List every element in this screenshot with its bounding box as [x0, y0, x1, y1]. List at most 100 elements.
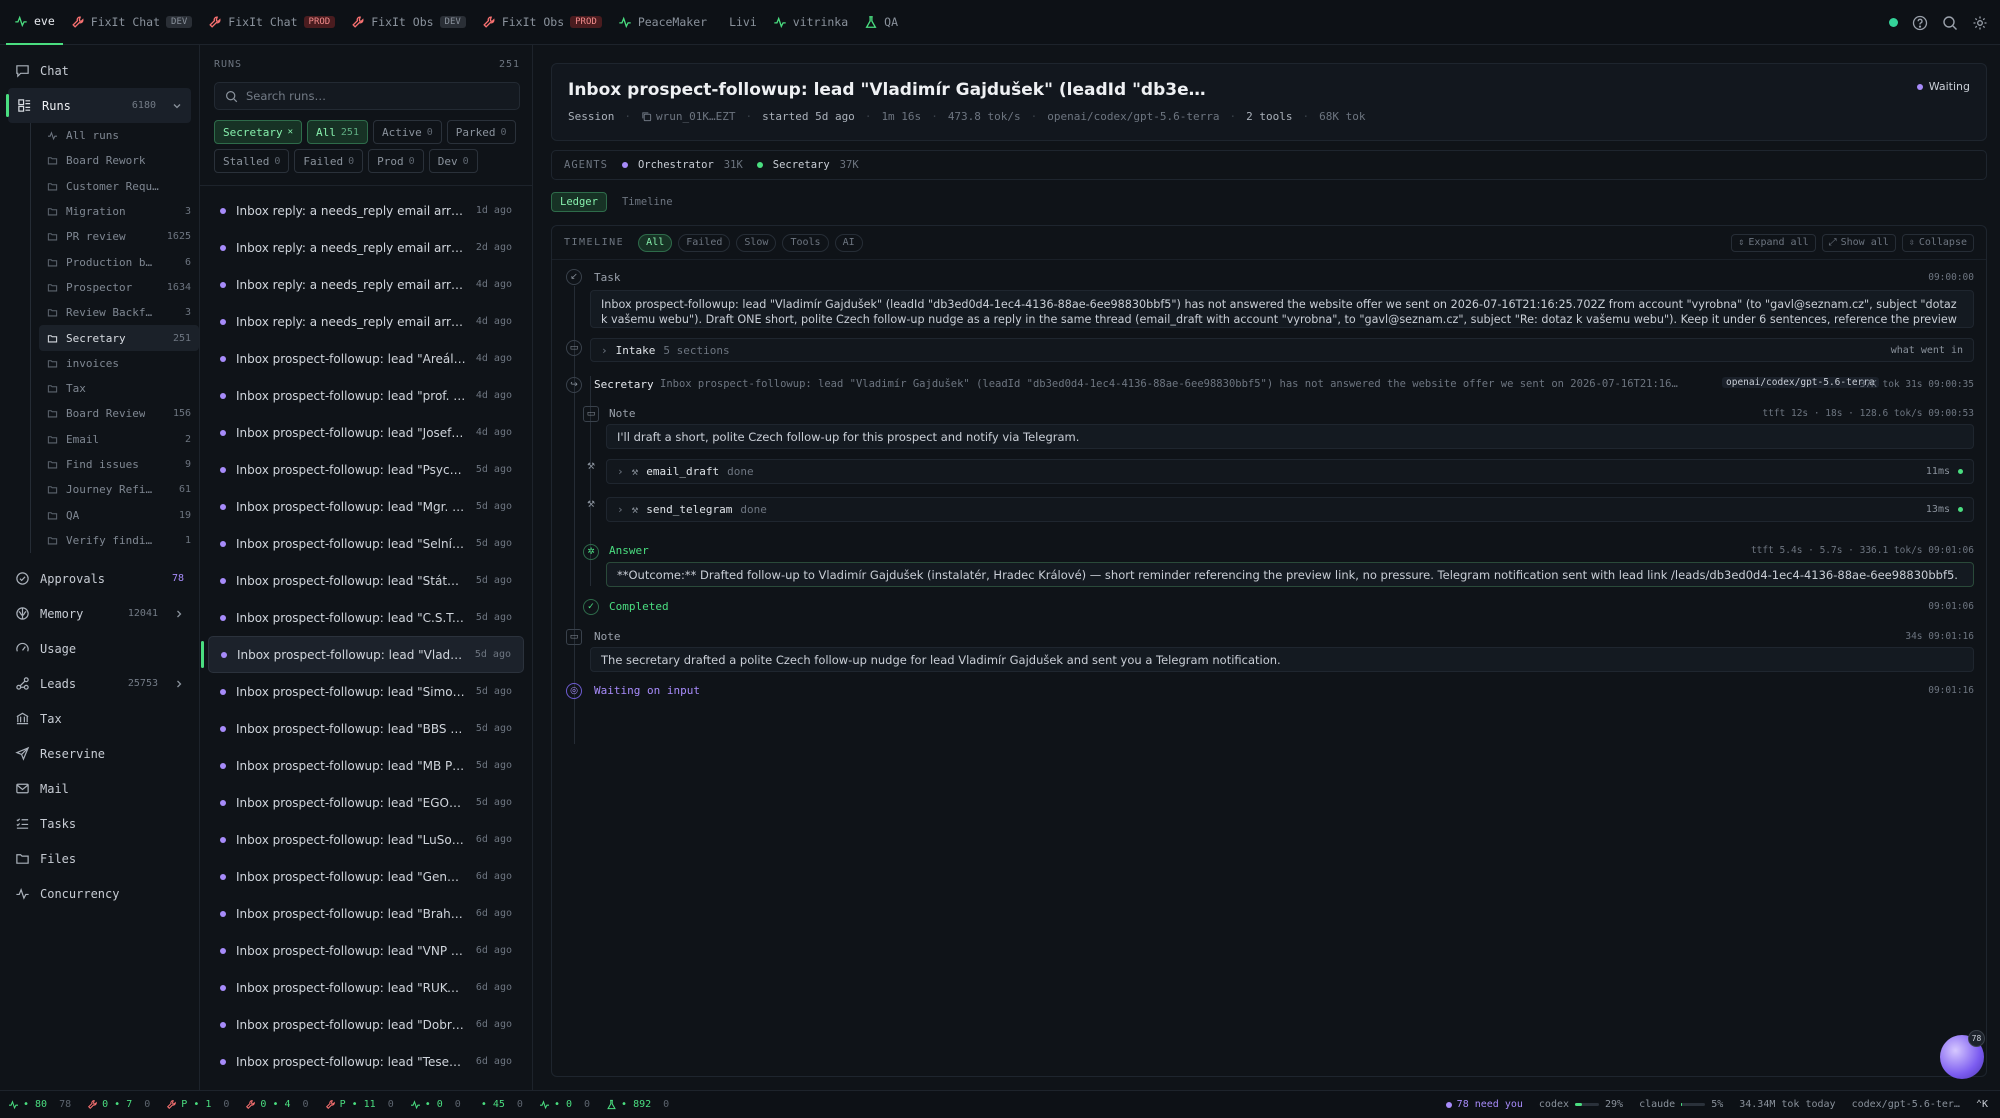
sidebar-subitem-find-issues[interactable]: Find issues 9 [39, 452, 199, 477]
filter-chip-active[interactable]: Active 0 [372, 120, 442, 144]
sidebar-subitem-verify-findi[interactable]: Verify findi… 1 [39, 528, 199, 553]
sidebar-subitem-secretary[interactable]: Secretary 251 [39, 325, 199, 351]
sidebar-item-memory[interactable]: Memory 12041 [0, 596, 199, 631]
sidebar-subitem-review-backf[interactable]: Review Backf… 3 [39, 300, 199, 325]
filter-chip-failed[interactable]: Failed 0 [294, 149, 364, 173]
tool-call-send-telegram[interactable]: › ⚒ send_telegram done 13ms [606, 497, 1974, 522]
filter-chip-secretary[interactable]: Secretary ✕ [214, 120, 303, 144]
filter-tools[interactable]: Tools [782, 233, 829, 252]
chevron-right-icon[interactable] [174, 679, 184, 689]
keyboard-shortcut[interactable]: ⌃K [1976, 1099, 1988, 1110]
intake-row[interactable]: › Intake 5 sections what went in [590, 338, 1974, 362]
copy-icon[interactable] [641, 111, 652, 122]
sidebar-subitem-journey-refi[interactable]: Journey Refi… 61 [39, 477, 199, 502]
sidebar-subitem-tax[interactable]: Tax [39, 376, 199, 401]
sidebar-item-concurrency[interactable]: Concurrency [0, 876, 199, 911]
run-row[interactable]: Inbox prospect-followup: lead "Areál Ho…… [208, 340, 524, 377]
sidebar-subitem-board-rework[interactable]: Board Rework [39, 148, 199, 173]
status-app-indicator[interactable]: • 80 78 [0, 1099, 79, 1110]
collapse-button[interactable]: ⇳ Collapse [1901, 233, 1974, 252]
tab-ledger[interactable]: Ledger [551, 192, 607, 212]
expand-all-button[interactable]: ⇕ Expand all [1731, 233, 1816, 252]
agent-secretary[interactable]: Secretary [773, 159, 830, 171]
status-app-indicator[interactable]: • 892 0 [598, 1099, 677, 1110]
run-row[interactable]: Inbox prospect-followup: lead "LuSo plu…… [208, 821, 524, 858]
sidebar-item-reservine[interactable]: Reservine [0, 736, 199, 771]
run-id[interactable]: wrun_01K…EZT [656, 110, 735, 123]
sidebar-subitem-board-review[interactable]: Board Review 156 [39, 401, 199, 426]
status-app-indicator[interactable]: • 0 0 [402, 1099, 469, 1110]
status-app-indicator[interactable]: P • 1 0 [158, 1099, 237, 1110]
tab-fixit-chat-prod[interactable]: FixIt Chat PROD [200, 0, 343, 45]
status-app-indicator[interactable]: • 45 0 [469, 1099, 531, 1110]
chevron-right-icon[interactable] [174, 609, 184, 619]
sidebar-subitem-invoices[interactable]: invoices [39, 351, 199, 376]
sidebar-item-leads[interactable]: Leads 25753 [0, 666, 199, 701]
filter-failed[interactable]: Failed [678, 233, 731, 252]
run-row[interactable]: Inbox prospect-followup: lead "Simona B…… [208, 673, 524, 710]
tab-fixit-chat-dev[interactable]: FixIt Chat DEV [63, 0, 201, 45]
tab-qa[interactable]: QA [856, 0, 906, 45]
filter-chip-prod[interactable]: Prod 0 [368, 149, 424, 173]
status-app-indicator[interactable]: P • 11 0 [317, 1099, 402, 1110]
sidebar-item-runs[interactable]: Runs 6180 [6, 88, 191, 123]
close-icon[interactable]: ✕ [288, 127, 293, 137]
tab-timeline[interactable]: Timeline [613, 192, 682, 212]
sidebar-subitem-email[interactable]: Email 2 [39, 427, 199, 452]
filter-all[interactable]: All [638, 233, 673, 252]
show-all-button[interactable]: ⤢ Show all [1821, 233, 1896, 252]
sidebar-subitem-customer-request[interactable]: Customer Request [39, 174, 199, 199]
run-row[interactable]: Inbox prospect-followup: lead "Tesera V…… [208, 1043, 524, 1080]
run-row[interactable]: Inbox prospect-followup: lead "Selník Ko… [208, 525, 524, 562]
sidebar-subitem-production-b[interactable]: Production b… 6 [39, 249, 199, 274]
sidebar-subitem-all-runs[interactable]: All runs [39, 123, 199, 148]
sidebar-item-tasks[interactable]: Tasks [0, 806, 199, 841]
run-row[interactable]: Inbox prospect-followup: lead "MB Profi … [208, 747, 524, 784]
sidebar-subitem-qa[interactable]: QA 19 [39, 502, 199, 527]
sidebar-item-usage[interactable]: Usage [0, 631, 199, 666]
tab-fixit-obs-dev[interactable]: FixIt Obs DEV [343, 0, 474, 45]
search-runs-input[interactable]: Search runs… [214, 82, 520, 110]
tab-vitrinka[interactable]: vitrinka [765, 0, 856, 45]
run-row[interactable]: Inbox prospect-followup: lead "Genova s…… [208, 858, 524, 895]
gear-icon[interactable] [1972, 15, 1988, 31]
sidebar-subitem-migration[interactable]: Migration 3 [39, 199, 199, 224]
status-app-indicator[interactable]: • 0 0 [531, 1099, 598, 1110]
sidebar-subitem-pr-review[interactable]: PR review 1625 [39, 224, 199, 249]
sidebar-subitem-prospector[interactable]: Prospector 1634 [39, 275, 199, 300]
run-row[interactable]: Inbox prospect-followup: lead "Vladimír … [201, 636, 524, 673]
sidebar-item-chat[interactable]: Chat [0, 53, 199, 88]
run-row[interactable]: Inbox prospect-followup: lead "Psycholo…… [208, 451, 524, 488]
run-row[interactable]: Inbox prospect-followup: lead "Mgr. JAK…… [208, 488, 524, 525]
sidebar-item-tax[interactable]: Tax [0, 701, 199, 736]
run-row[interactable]: Inbox reply: a needs_reply email arrived… [208, 229, 524, 266]
run-row[interactable]: Inbox reply: a needs_reply email arrived… [208, 192, 524, 229]
run-row[interactable]: Inbox prospect-followup: lead "C.S.Trans… [208, 599, 524, 636]
help-icon[interactable] [1912, 15, 1928, 31]
tab-livi[interactable]: Livi [715, 0, 765, 45]
current-model[interactable]: codex/gpt-5.6-ter… [1852, 1099, 1960, 1110]
run-row[interactable]: Inbox prospect-followup: lead "BBS OCH… 5… [208, 710, 524, 747]
sidebar-item-files[interactable]: Files [0, 841, 199, 876]
agent-orchestrator[interactable]: Orchestrator [638, 159, 714, 171]
sidebar-item-approvals[interactable]: Approvals 78 [0, 561, 199, 596]
need-you-indicator[interactable]: 78 need you [1445, 1099, 1523, 1110]
status-app-indicator[interactable]: 0 • 7 0 [79, 1099, 158, 1110]
search-icon[interactable] [1942, 15, 1958, 31]
run-row[interactable]: Inbox prospect-followup: lead "Josef Kn…… [208, 414, 524, 451]
tab-eve[interactable]: eve [6, 0, 63, 45]
run-row[interactable]: Inbox prospect-followup: lead "Braho S.r… [208, 895, 524, 932]
run-row[interactable]: Inbox reply: a needs_reply email arrived… [208, 303, 524, 340]
run-row[interactable]: Inbox prospect-followup: lead "Dobrý m… 6… [208, 1006, 524, 1043]
status-app-indicator[interactable]: 0 • 4 0 [237, 1099, 316, 1110]
filter-chip-dev[interactable]: Dev 0 [428, 149, 478, 173]
filter-chip-parked[interactable]: Parked 0 [446, 120, 516, 144]
filter-slow[interactable]: Slow [736, 233, 777, 252]
filter-chip-stalled[interactable]: Stalled 0 [214, 149, 290, 173]
sidebar-item-mail[interactable]: Mail [0, 771, 199, 806]
run-row[interactable]: Inbox prospect-followup: lead "EGOS CZ… 5… [208, 784, 524, 821]
run-row[interactable]: Inbox prospect-followup: lead "VNP - M… 6… [208, 932, 524, 969]
tool-call-email-draft[interactable]: › ⚒ email_draft done 11ms [606, 459, 1974, 484]
run-row[interactable]: Inbox reply: a needs_reply email arrived… [208, 266, 524, 303]
tab-fixit-obs-prod[interactable]: FixIt Obs PROD [474, 0, 610, 45]
